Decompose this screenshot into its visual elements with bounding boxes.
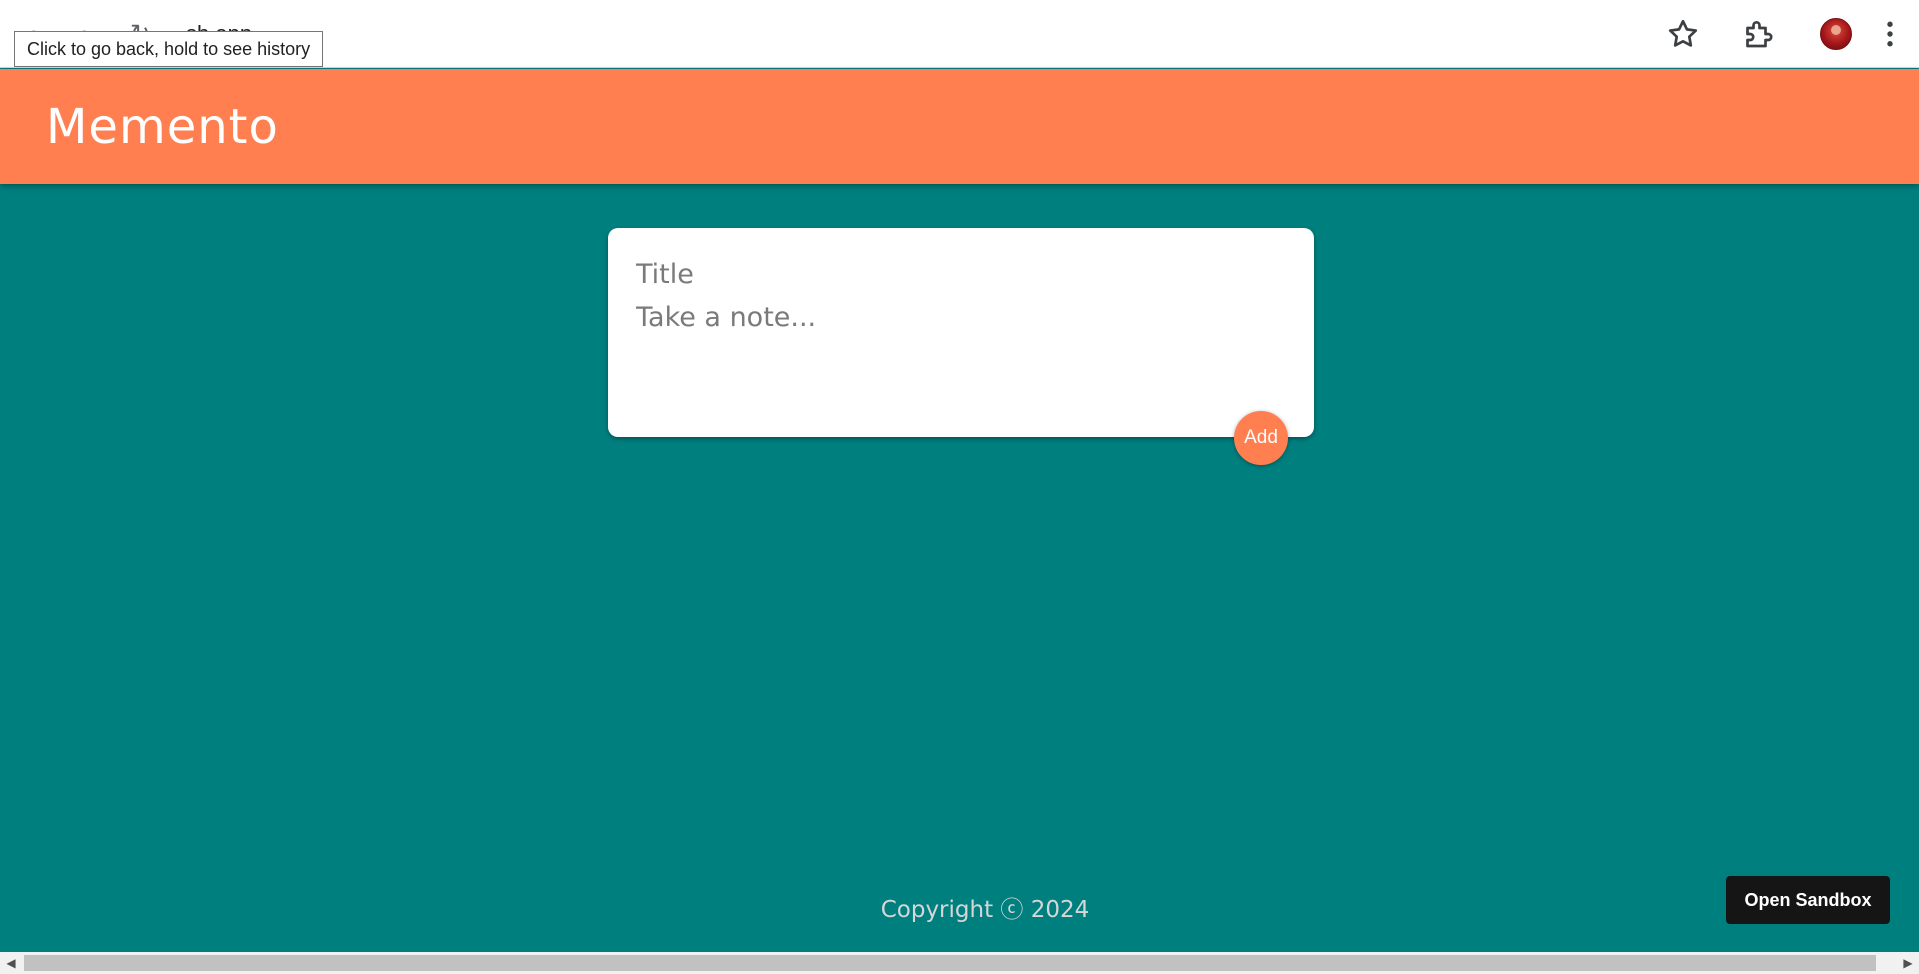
- add-note-button[interactable]: Add: [1234, 411, 1288, 465]
- app-title: Memento: [46, 99, 279, 155]
- profile-avatar[interactable]: [1820, 18, 1852, 50]
- note-create-form: [608, 228, 1314, 437]
- app-header: Memento: [0, 69, 1919, 184]
- scroll-left-arrow-icon[interactable]: ◀: [0, 952, 22, 974]
- open-sandbox-button[interactable]: Open Sandbox: [1726, 876, 1890, 924]
- horizontal-scrollbar[interactable]: ◀ ▶: [0, 952, 1919, 974]
- back-button-tooltip: Click to go back, hold to see history: [14, 31, 324, 67]
- browser-toolbar: ‹ › ↻ sb.app Click to go back, hold to s…: [0, 0, 1919, 68]
- bookmark-star-icon[interactable]: [1665, 16, 1701, 52]
- more-menu-icon[interactable]: [1872, 16, 1908, 52]
- scroll-right-arrow-icon[interactable]: ▶: [1897, 952, 1919, 974]
- extensions-puzzle-icon[interactable]: [1740, 16, 1776, 52]
- footer-copyright: Copyright ⓒ 2024: [880, 897, 1090, 923]
- note-body-input[interactable]: [636, 302, 1276, 342]
- note-title-input[interactable]: [636, 256, 1276, 292]
- scrollbar-thumb[interactable]: [24, 955, 1876, 971]
